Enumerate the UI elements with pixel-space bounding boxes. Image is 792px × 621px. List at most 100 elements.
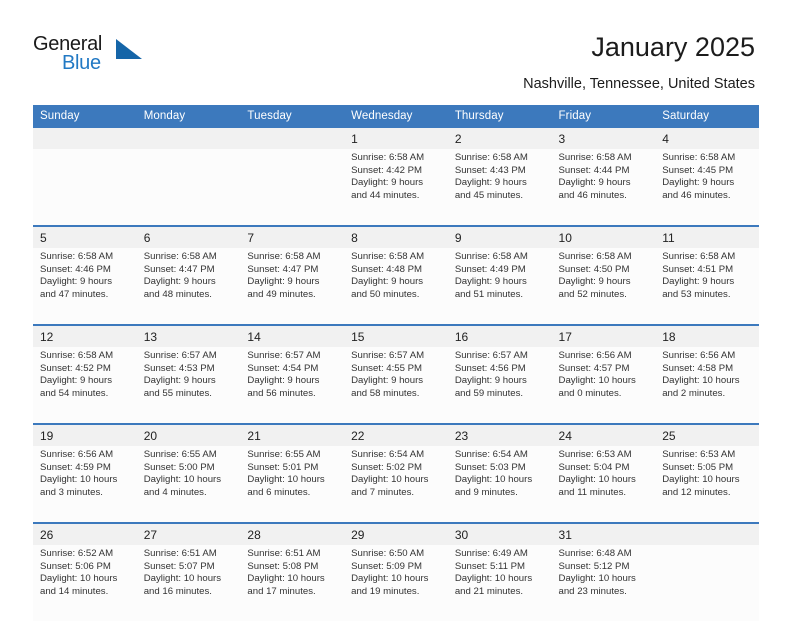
day-cell: Sunrise: 6:52 AM Sunset: 5:06 PM Dayligh… [33, 545, 137, 621]
week-5-info-row: Sunrise: 6:52 AM Sunset: 5:06 PM Dayligh… [33, 545, 759, 621]
sunrise-text: Sunrise: 6:57 AM [143, 350, 217, 361]
daylight-text-line2: and 11 minutes. [558, 487, 627, 499]
day-cell: Sunrise: 6:58 AM Sunset: 4:52 PM Dayligh… [33, 347, 137, 424]
day-cell: Sunrise: 6:53 AM Sunset: 5:05 PM Dayligh… [655, 446, 759, 523]
sunrise-text: Sunrise: 6:58 AM [351, 251, 425, 262]
sunset-text: Sunset: 5:02 PM [351, 461, 423, 473]
daylight-text-line1: Daylight: 10 hours [454, 474, 533, 486]
sunset-text: Sunset: 5:01 PM [247, 461, 319, 473]
week-3-date-row: 12 13 14 15 16 17 18 [33, 324, 759, 347]
day-number [655, 522, 759, 545]
sunrise-text: Sunrise: 6:51 AM [247, 548, 321, 559]
weekday-header-monday: Monday [136, 105, 241, 127]
sunrise-text: Sunrise: 6:56 AM [40, 449, 114, 460]
day-number: 5 [33, 225, 137, 248]
week-5-date-row: 26 27 28 29 30 31 [33, 522, 759, 545]
daylight-text-line2: and 6 minutes. [247, 487, 311, 499]
daylight-text-line1: Daylight: 9 hours [247, 375, 320, 387]
day-cell: Sunrise: 6:58 AM Sunset: 4:44 PM Dayligh… [551, 149, 656, 226]
daylight-text-line1: Daylight: 10 hours [558, 375, 636, 387]
sunrise-text: Sunrise: 6:58 AM [454, 251, 528, 262]
sunrise-text: Sunrise: 6:52 AM [40, 548, 114, 559]
weekday-header-sunday: Sunday [33, 105, 137, 127]
day-cell: Sunrise: 6:57 AM Sunset: 4:53 PM Dayligh… [136, 347, 241, 424]
day-number: 21 [240, 423, 345, 446]
calendar-grid: Sunday Monday Tuesday Wednesday Thursday… [33, 105, 759, 621]
sunrise-text: Sunrise: 6:58 AM [558, 251, 632, 262]
day-cell: Sunrise: 6:58 AM Sunset: 4:51 PM Dayligh… [655, 248, 759, 325]
day-number: 6 [136, 225, 241, 248]
day-cell: Sunrise: 6:49 AM Sunset: 5:11 PM Dayligh… [447, 545, 552, 621]
weekday-header-wednesday: Wednesday [344, 105, 448, 127]
day-cell: Sunrise: 6:56 AM Sunset: 4:59 PM Dayligh… [33, 446, 137, 523]
sunrise-text: Sunrise: 6:58 AM [558, 152, 632, 163]
sunset-text: Sunset: 5:08 PM [247, 560, 319, 572]
sunset-text: Sunset: 5:07 PM [143, 560, 215, 572]
week-4-date-row: 19 20 21 22 23 24 25 [33, 423, 759, 446]
day-cell: Sunrise: 6:58 AM Sunset: 4:45 PM Dayligh… [655, 149, 759, 226]
day-number [33, 126, 137, 149]
day-number: 28 [240, 522, 345, 545]
daylight-text-line2: and 2 minutes. [662, 388, 726, 400]
day-number: 3 [551, 126, 656, 149]
daylight-text-line2: and 54 minutes. [40, 388, 109, 400]
sunrise-text: Sunrise: 6:48 AM [558, 548, 632, 559]
sunset-text: Sunset: 4:47 PM [143, 263, 215, 275]
sunset-text: Sunset: 5:12 PM [558, 560, 630, 572]
day-cell: Sunrise: 6:58 AM Sunset: 4:50 PM Dayligh… [551, 248, 656, 325]
general-blue-logo[interactable]: General Blue [33, 33, 163, 83]
day-cell: Sunrise: 6:58 AM Sunset: 4:48 PM Dayligh… [344, 248, 448, 325]
daylight-text-line2: and 12 minutes. [662, 487, 731, 499]
day-number: 17 [551, 324, 656, 347]
sunrise-text: Sunrise: 6:51 AM [143, 548, 217, 559]
day-cell-empty [33, 149, 137, 226]
day-number: 22 [344, 423, 448, 446]
sunset-text: Sunset: 4:56 PM [454, 362, 526, 374]
daylight-text-line1: Daylight: 9 hours [143, 375, 216, 387]
day-number: 19 [33, 423, 137, 446]
sunset-text: Sunset: 4:58 PM [662, 362, 734, 374]
daylight-text-line1: Daylight: 9 hours [662, 177, 735, 189]
daylight-text-line2: and 19 minutes. [351, 586, 420, 598]
sunrise-text: Sunrise: 6:49 AM [454, 548, 528, 559]
sunrise-text: Sunrise: 6:58 AM [247, 251, 321, 262]
day-number: 15 [344, 324, 448, 347]
week-1-info-row: Sunrise: 6:58 AM Sunset: 4:42 PM Dayligh… [33, 149, 759, 226]
day-number: 12 [33, 324, 137, 347]
day-cell: Sunrise: 6:57 AM Sunset: 4:56 PM Dayligh… [447, 347, 552, 424]
sunrise-text: Sunrise: 6:58 AM [40, 251, 114, 262]
daylight-text-line2: and 45 minutes. [454, 190, 524, 202]
day-cell: Sunrise: 6:58 AM Sunset: 4:46 PM Dayligh… [33, 248, 137, 325]
day-cell: Sunrise: 6:55 AM Sunset: 5:00 PM Dayligh… [136, 446, 241, 523]
page-subtitle-location: Nashville, Tennessee, United States [523, 76, 755, 92]
day-cell-empty [655, 545, 759, 621]
sunset-text: Sunset: 4:47 PM [247, 263, 319, 275]
daylight-text-line2: and 3 minutes. [40, 487, 103, 499]
day-number: 9 [447, 225, 552, 248]
sunrise-text: Sunrise: 6:55 AM [143, 449, 217, 460]
day-number: 27 [136, 522, 241, 545]
daylight-text-line2: and 50 minutes. [351, 289, 420, 301]
day-cell: Sunrise: 6:58 AM Sunset: 4:47 PM Dayligh… [240, 248, 345, 325]
day-number: 24 [551, 423, 656, 446]
daylight-text-line1: Daylight: 10 hours [247, 573, 325, 585]
daylight-text-line1: Daylight: 9 hours [662, 276, 735, 288]
daylight-text-line2: and 7 minutes. [351, 487, 415, 499]
daylight-text-line1: Daylight: 9 hours [143, 276, 216, 288]
daylight-text-line1: Daylight: 9 hours [351, 177, 424, 189]
daylight-text-line1: Daylight: 10 hours [40, 573, 118, 585]
daylight-text-line2: and 52 minutes. [558, 289, 627, 301]
day-cell-empty [240, 149, 345, 226]
day-number: 7 [240, 225, 345, 248]
sunset-text: Sunset: 4:53 PM [143, 362, 215, 374]
daylight-text-line1: Daylight: 10 hours [558, 573, 636, 585]
day-number [136, 126, 241, 149]
weekday-header-thursday: Thursday [447, 105, 552, 127]
sunrise-text: Sunrise: 6:53 AM [558, 449, 632, 460]
day-cell: Sunrise: 6:57 AM Sunset: 4:55 PM Dayligh… [344, 347, 448, 424]
sunset-text: Sunset: 5:06 PM [40, 560, 111, 572]
daylight-text-line1: Daylight: 10 hours [351, 573, 429, 585]
daylight-text-line1: Daylight: 10 hours [351, 474, 429, 486]
day-number: 25 [655, 423, 759, 446]
sunrise-text: Sunrise: 6:58 AM [662, 152, 736, 163]
